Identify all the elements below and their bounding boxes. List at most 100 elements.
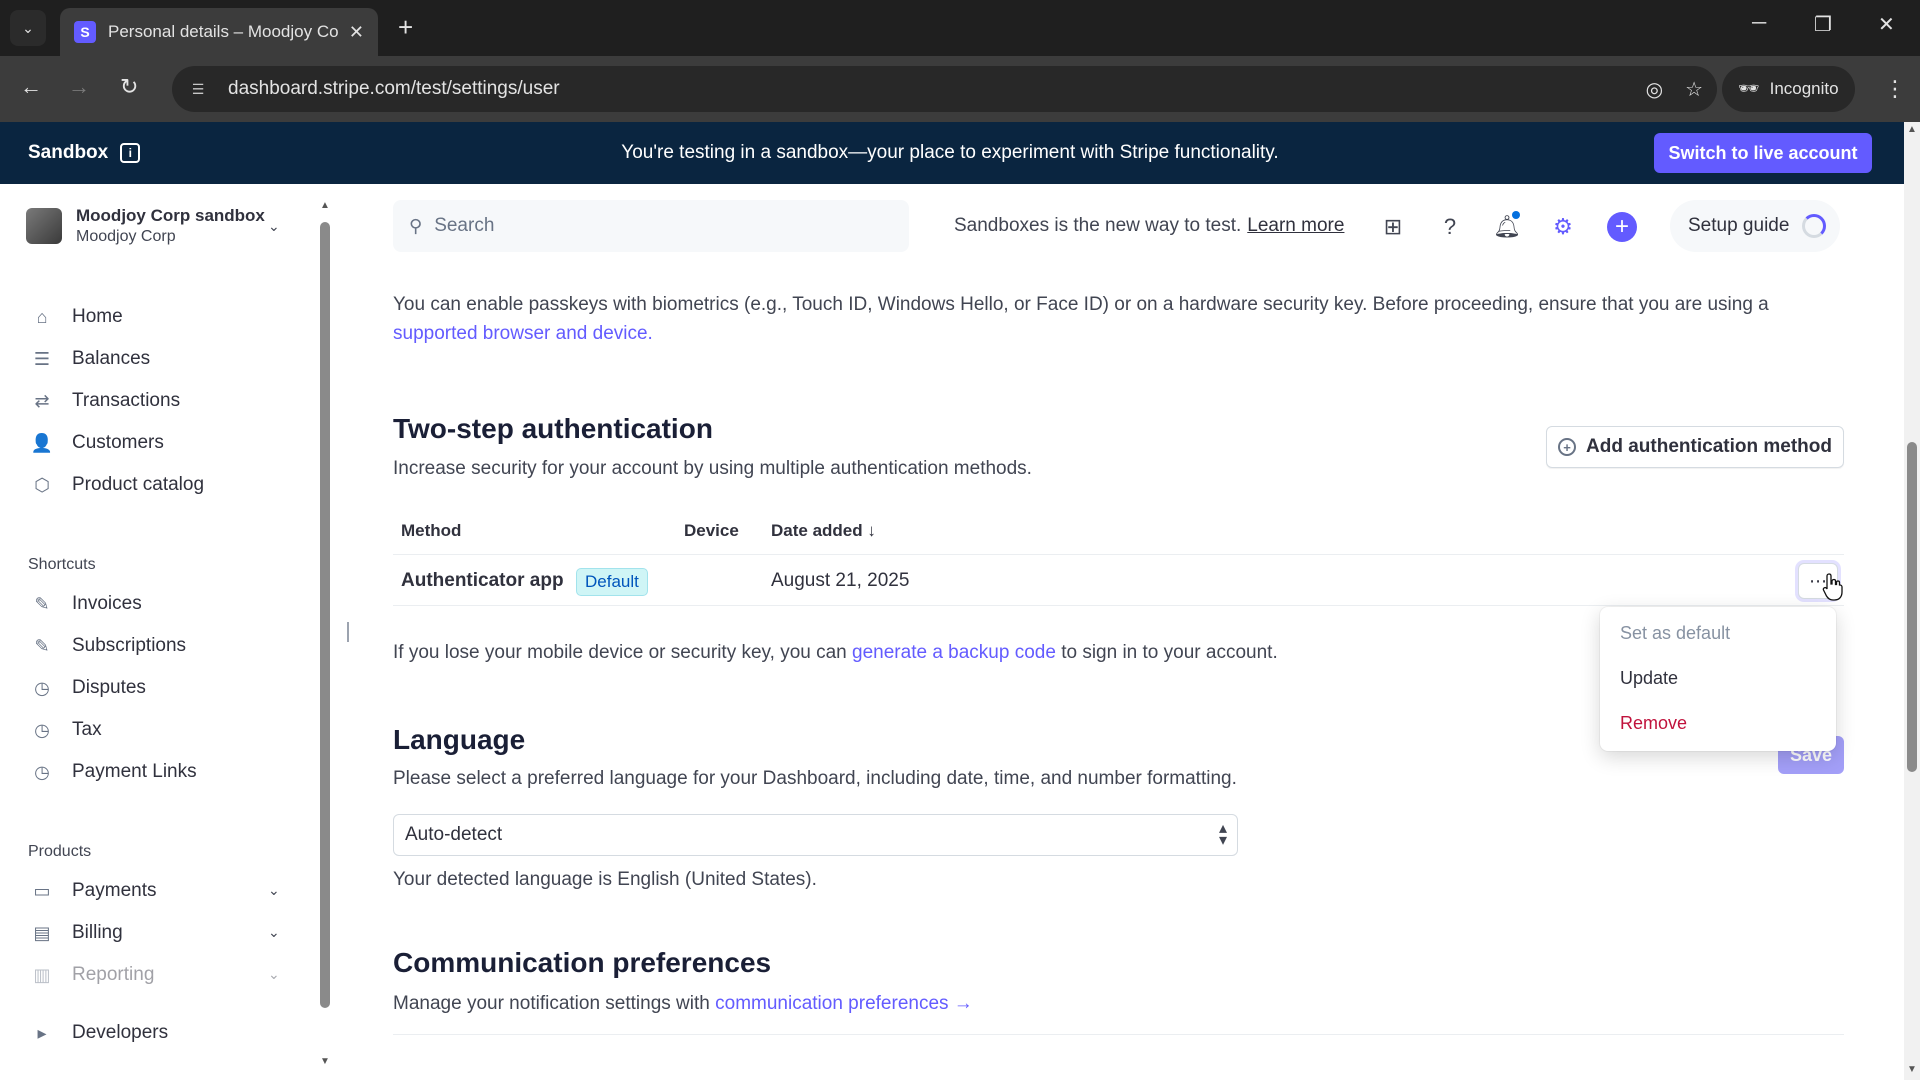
menu-item-remove[interactable]: Remove — [1620, 713, 1687, 734]
add-auth-label: Add authentication method — [1586, 436, 1832, 457]
chevron-down-icon[interactable]: ⌄ — [268, 218, 280, 235]
sidebar-item-payments[interactable]: ▭ Payments — [30, 876, 156, 906]
sidebar-item-label: Customers — [72, 432, 164, 453]
stripe-favicon-icon: S — [74, 21, 96, 43]
payments-icon: ▭ — [33, 880, 51, 901]
chevron-down-icon[interactable]: ⌄ — [268, 882, 280, 899]
home-icon: ⌂ — [36, 306, 48, 327]
tab-title: Personal details – Moodjoy Corp — [108, 22, 339, 41]
sidebar-item-label: Disputes — [72, 677, 146, 698]
sidebar-item-home[interactable]: ⌂ Home — [30, 302, 123, 332]
sidebar-item-reporting[interactable]: ▥ Reporting — [30, 960, 154, 990]
plus-circle-icon: + — [1558, 438, 1577, 456]
menu-item-set-default[interactable]: Set as default — [1620, 623, 1730, 644]
sidebar-resize-handle[interactable] — [347, 622, 349, 642]
tab-search-chevron-icon[interactable]: ⌄ — [10, 10, 46, 46]
address-bar[interactable]: ☰ dashboard.stripe.com/test/settings/use… — [172, 66, 1717, 112]
clock-icon: ◷ — [34, 719, 50, 740]
communication-preferences-link[interactable]: communication preferences → — [715, 993, 973, 1014]
section-divider — [393, 1034, 1844, 1035]
browser-tab-active[interactable]: S Personal details – Moodjoy Corp ✕ — [60, 8, 378, 56]
close-window-icon[interactable]: ✕ — [1878, 12, 1895, 37]
pin-icon: ✎ — [34, 593, 50, 614]
sidebar-item-billing[interactable]: ▤ Billing — [30, 918, 123, 948]
chevron-down-icon[interactable]: ⌄ — [268, 966, 280, 983]
close-tab-icon[interactable]: ✕ — [349, 22, 364, 43]
minimize-icon[interactable]: ─ — [1752, 12, 1766, 35]
sidebar-item-product-catalog[interactable]: ⬡ Product catalog — [30, 470, 204, 500]
bookmark-star-icon[interactable]: ☆ — [1685, 77, 1703, 102]
auth-method-name: Authenticator app — [401, 570, 564, 591]
sidebar-item-customers[interactable]: 👤 Customers — [30, 428, 164, 458]
search-placeholder: Search — [434, 215, 495, 236]
browser-toolbar: ← → ↻ ☰ dashboard.stripe.com/test/settin… — [0, 56, 1920, 122]
language-title: Language — [393, 724, 526, 755]
communication-title: Communication preferences — [393, 947, 772, 978]
detected-language: Your detected language is English (Unite… — [393, 869, 817, 890]
sidebar-item-label: Payments — [72, 880, 157, 901]
new-tab-icon[interactable]: + — [398, 12, 413, 42]
product-catalog-icon: ⬡ — [34, 474, 50, 495]
sidebar-item-tax[interactable]: ◷ Tax — [30, 715, 101, 745]
account-sub: Moodjoy Corp — [76, 228, 176, 245]
backup-code-text: If you lose your mobile device or securi… — [393, 642, 1278, 664]
two-step-subtitle: Increase security for your account by us… — [393, 458, 1032, 479]
incognito-label: Incognito — [1769, 79, 1839, 98]
eye-slash-icon[interactable]: ◎ — [1646, 77, 1663, 102]
help-icon[interactable]: ? — [1435, 212, 1465, 242]
pin-icon: ✎ — [34, 635, 50, 656]
chevron-down-icon[interactable]: ⌄ — [268, 924, 280, 941]
scroll-down-icon[interactable]: ▼ — [318, 1056, 332, 1067]
sandbox-message: You're testing in a sandbox—your place t… — [621, 142, 1279, 163]
sidebar-item-label: Balances — [72, 348, 151, 369]
create-plus-icon[interactable]: + — [1607, 212, 1637, 242]
reload-icon[interactable]: ↻ — [120, 74, 138, 100]
sidebar-item-subscriptions[interactable]: ✎ Subscriptions — [30, 631, 186, 661]
column-header-device: Device — [684, 521, 739, 540]
language-subtitle: Please select a preferred language for y… — [393, 768, 1237, 789]
incognito-icon: 🕶 — [1738, 79, 1760, 98]
learn-more-link[interactable]: Learn more — [1247, 215, 1344, 236]
account-switcher[interactable]: Moodjoy Corp sandbox Moodjoy Corp — [26, 206, 265, 246]
setup-guide-label: Setup guide — [1688, 215, 1790, 236]
two-step-title: Two-step authentication — [393, 413, 713, 444]
incognito-indicator[interactable]: 🕶 Incognito — [1722, 66, 1855, 112]
scroll-up-icon[interactable]: ▲ — [318, 200, 332, 211]
language-select[interactable]: Auto-detect ▴ ▾ — [393, 814, 1238, 856]
supported-browser-link[interactable]: supported browser and device. — [393, 323, 653, 344]
sidebar-item-invoices[interactable]: ✎ Invoices — [30, 589, 141, 619]
sidebar-item-transactions[interactable]: ⇄ Transactions — [30, 386, 180, 416]
table-divider — [393, 554, 1844, 555]
add-authentication-method-button[interactable]: + Add authentication method — [1546, 426, 1844, 468]
sidebar-scroll-thumb[interactable] — [320, 222, 330, 1008]
back-arrow-icon[interactable]: ← — [20, 74, 42, 100]
hand-cursor-icon — [1822, 573, 1843, 601]
sidebar-item-developers[interactable]: ▸ Developers — [30, 1018, 168, 1048]
bell-icon[interactable]: 🔔︎ — [1492, 211, 1522, 242]
scroll-down-icon[interactable]: ▼ — [1904, 1064, 1920, 1075]
scroll-up-icon[interactable]: ▲ — [1904, 124, 1920, 135]
restore-icon[interactable]: ❐ — [1814, 12, 1832, 37]
setup-guide-button[interactable]: Setup guide — [1670, 200, 1840, 252]
apps-icon[interactable]: ⊞ — [1378, 212, 1408, 242]
sidebar-item-balances[interactable]: ☰ Balances — [30, 344, 150, 374]
sidebar-item-label: Billing — [72, 922, 123, 943]
menu-item-update[interactable]: Update — [1620, 668, 1678, 689]
gear-icon[interactable]: ⚙ — [1548, 212, 1578, 242]
generate-backup-code-link[interactable]: generate a backup code — [852, 642, 1056, 663]
forward-arrow-icon[interactable]: → — [68, 74, 90, 100]
sidebar-item-payment-links[interactable]: ◷ Payment Links — [30, 757, 196, 787]
search-input[interactable]: ⚲ Search — [393, 200, 909, 252]
browser-menu-icon[interactable]: ⋮ — [1884, 76, 1906, 102]
switch-to-live-button[interactable]: Switch to live account — [1654, 133, 1872, 173]
column-header-method: Method — [401, 521, 462, 540]
sidebar-scrollbar[interactable]: ▲ ▼ — [318, 200, 332, 1067]
reporting-icon: ▥ — [33, 964, 51, 985]
page-scrollbar[interactable]: ▲ ▼ — [1904, 122, 1920, 1080]
sidebar-item-label: Subscriptions — [72, 635, 187, 656]
column-header-date-added[interactable]: Date added ↓ — [771, 521, 876, 541]
sidebar-item-disputes[interactable]: ◷ Disputes — [30, 673, 146, 703]
site-info-icon[interactable]: ☰ — [186, 77, 210, 101]
page-scroll-thumb[interactable] — [1907, 442, 1917, 772]
progress-ring-icon — [1802, 214, 1826, 238]
